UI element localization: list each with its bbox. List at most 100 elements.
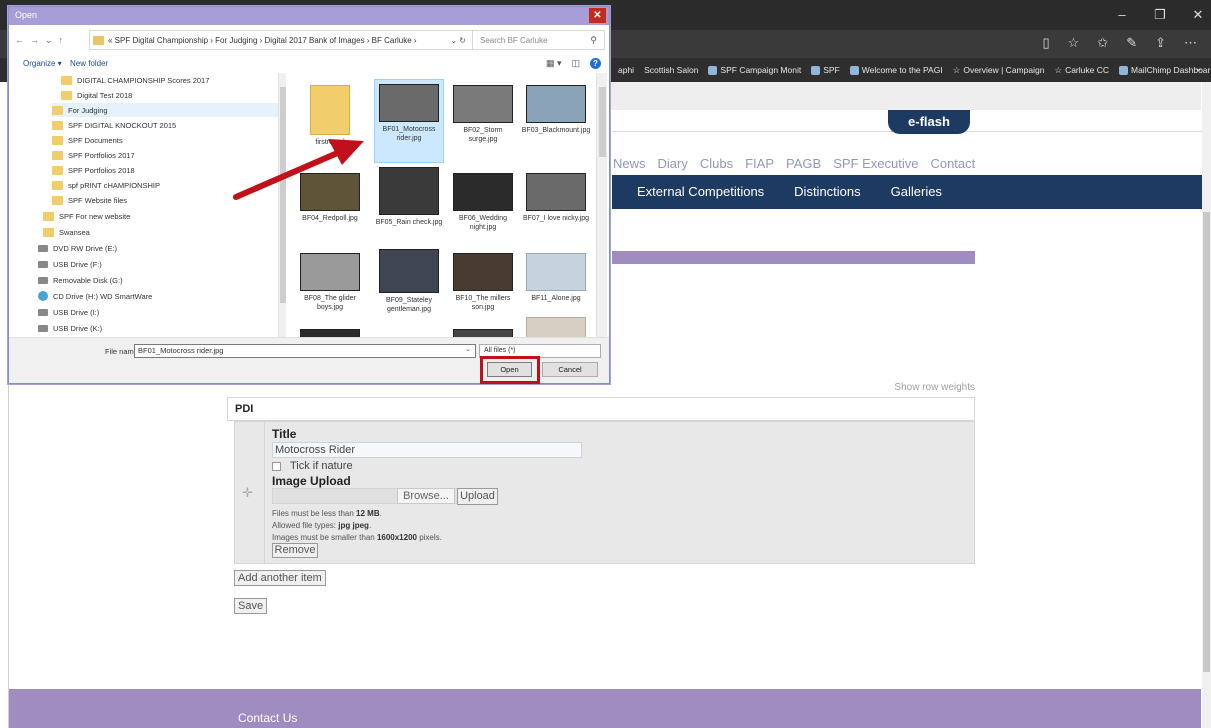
nav-link-contact[interactable]: Contact — [930, 156, 975, 171]
new-folder-button[interactable]: New folder — [70, 59, 108, 68]
favorite-item[interactable]: ☆ Overview | Campaign — [953, 65, 1045, 76]
folder-icon — [61, 75, 72, 85]
cancel-button[interactable]: Cancel — [542, 362, 598, 377]
forward-arrow-icon[interactable]: → — [30, 35, 39, 46]
nav-folder-item[interactable]: Swansea — [43, 225, 90, 239]
remove-button[interactable]: Remove — [272, 543, 318, 558]
file-item[interactable] — [448, 325, 518, 337]
nav-link-news[interactable]: News — [613, 156, 646, 171]
nav-folder-item[interactable]: DIGITAL CHAMPIONSHIP Scores 2017 — [61, 73, 209, 87]
favorite-item[interactable]: SPF Campaign Monit — [708, 65, 801, 75]
nav-drive-item[interactable]: USB Drive (F:) — [38, 257, 102, 271]
add-another-item-button[interactable]: Add another item — [234, 570, 326, 586]
main-nav-galleries[interactable]: Galleries — [891, 184, 942, 199]
favicon-icon — [708, 65, 718, 75]
favicon-icon — [811, 65, 821, 75]
title-input[interactable]: Motocross Rider — [272, 442, 582, 458]
nav-folder-item[interactable]: SPF Documents — [52, 133, 123, 147]
upload-button[interactable]: Upload — [457, 488, 498, 505]
up-arrow-icon[interactable]: ↑ — [59, 35, 64, 46]
pen-icon[interactable]: ✎ — [1126, 35, 1137, 51]
favorite-item[interactable]: SPF — [811, 65, 840, 75]
favorites-star-icon[interactable]: ☆ — [1068, 35, 1080, 51]
share-icon[interactable]: ⇪ — [1155, 35, 1166, 51]
page-scroll-thumb[interactable] — [1203, 212, 1210, 672]
preview-pane-icon[interactable]: ◫ — [571, 58, 580, 69]
nav-drive-item[interactable]: USB Drive (K:) — [38, 321, 102, 335]
chevron-down-icon[interactable]: ⌄ — [1195, 63, 1203, 74]
minimize-icon[interactable]: – — [1115, 7, 1129, 23]
search-input[interactable]: Search BF Carluke ⚲ — [472, 30, 605, 50]
chevron-down-icon[interactable]: ⌄ — [465, 345, 471, 353]
help-icon[interactable]: ? — [590, 58, 601, 69]
nav-folder-item-selected[interactable]: For Judging — [52, 103, 280, 117]
maximize-icon[interactable]: ❐ — [1153, 7, 1167, 23]
nav-link-clubs[interactable]: Clubs — [700, 156, 733, 171]
footer-contact-us[interactable]: Contact Us — [238, 711, 297, 725]
dialog-close-icon[interactable]: ✕ — [589, 8, 606, 23]
more-icon[interactable]: ⋯ — [1184, 35, 1197, 51]
show-row-weights-link[interactable]: Show row weights — [860, 382, 975, 393]
dialog-address-row: ← → ⌄ ↑ « SPF Digital Championship › For… — [9, 25, 609, 55]
browse-button[interactable]: Browse... — [397, 488, 455, 504]
main-nav-distinctions[interactable]: Distinctions — [794, 184, 860, 199]
annotation-arrow-icon — [233, 139, 364, 200]
nav-link-diary[interactable]: Diary — [658, 156, 688, 171]
image-thumbnail — [379, 84, 439, 122]
file-item[interactable]: BF02_Storm surge.jpg — [448, 81, 518, 144]
nav-folder-item[interactable]: Digital Test 2018 — [61, 88, 132, 102]
organize-button[interactable]: Organize ▾ — [23, 59, 62, 68]
main-nav-external-competitions[interactable]: External Competitions — [637, 184, 764, 199]
file-item[interactable] — [521, 313, 591, 337]
image-thumbnail — [453, 329, 513, 337]
nav-folder-item[interactable]: spf pRINT cHAMPIONSHIP — [52, 178, 160, 192]
file-item[interactable]: BF11_Alone.jpg — [521, 249, 591, 303]
nav-link-pagb[interactable]: PAGB — [786, 156, 821, 171]
nav-link-spf-executive[interactable]: SPF Executive — [833, 156, 918, 171]
nav-folder-item[interactable]: SPF Portfolios 2017 — [52, 148, 135, 162]
favorite-item[interactable]: ☆ Carluke CC — [1054, 65, 1109, 76]
favorite-item[interactable]: Scottish Salon — [644, 65, 698, 75]
file-item[interactable]: BF08_The glider boys.jpg — [295, 249, 365, 312]
folder-icon — [61, 90, 72, 100]
file-item[interactable]: BF07_I love nicky.jpg — [521, 169, 591, 223]
file-item[interactable]: BF05_Rain check.jpg — [374, 163, 444, 227]
save-button[interactable]: Save — [234, 598, 268, 614]
back-arrow-icon[interactable]: ← — [15, 35, 24, 46]
view-options-icon[interactable]: ▦ ▾ — [546, 58, 562, 69]
nav-folder-item[interactable]: SPF Portfolios 2018 — [52, 163, 135, 177]
file-item[interactable]: BF06_Wedding night.jpg — [448, 169, 518, 232]
nav-folder-item[interactable]: SPF For new website — [43, 209, 130, 223]
nav-pane-scrollbar[interactable] — [278, 73, 286, 337]
cd-drive-icon — [38, 291, 48, 301]
close-icon[interactable]: ✕ — [1191, 7, 1205, 23]
file-list-scroll-thumb[interactable] — [599, 87, 606, 157]
nav-drive-item[interactable]: Removable Disk (G:) — [38, 273, 123, 287]
path-breadcrumb[interactable]: « SPF Digital Championship › For Judging… — [89, 30, 473, 50]
nav-link-fiap[interactable]: FIAP — [745, 156, 774, 171]
file-name-input[interactable]: BF01_Motocross rider.jpg ⌄ — [134, 344, 476, 358]
file-item[interactable]: BF10_The millers son.jpg — [448, 249, 518, 312]
favorite-item[interactable]: aphi — [618, 65, 634, 75]
drag-handle-icon[interactable]: ✛ — [242, 485, 253, 501]
open-button-highlight — [480, 356, 540, 384]
path-controls[interactable]: ⌄ ↻ — [450, 36, 466, 45]
nature-checkbox[interactable] — [272, 461, 281, 471]
reading-view-icon[interactable]: ▯ — [1042, 35, 1049, 51]
nav-drive-item[interactable]: USB Drive (I:) — [38, 305, 99, 319]
nav-drive-item[interactable]: DVD RW Drive (E:) — [38, 241, 117, 255]
image-thumbnail — [453, 253, 513, 291]
file-item[interactable]: BF03_Blackmount.jpg — [521, 81, 591, 135]
page-scrollbar[interactable] — [1202, 82, 1211, 728]
favorite-item[interactable]: Welcome to the PAGI — [849, 65, 943, 75]
recent-locations-icon[interactable]: ⌄ — [45, 35, 53, 46]
file-item[interactable]: BF09_Stateley gentleman.jpg — [374, 245, 444, 314]
nav-drive-item[interactable]: CD Drive (H:) WD SmartWare — [38, 289, 152, 303]
eflash-tab[interactable]: e-flash — [888, 110, 970, 134]
file-list-scrollbar[interactable] — [596, 73, 607, 337]
favorites-hub-icon[interactable]: ✩ — [1097, 35, 1108, 51]
nav-folder-item[interactable]: SPF DIGITAL KNOCKOUT 2015 — [52, 118, 176, 132]
file-item-selected[interactable]: BF01_Motocross rider.jpg — [374, 79, 444, 163]
file-item[interactable] — [295, 325, 365, 337]
nav-folder-item[interactable]: SPF Website files — [52, 193, 127, 207]
